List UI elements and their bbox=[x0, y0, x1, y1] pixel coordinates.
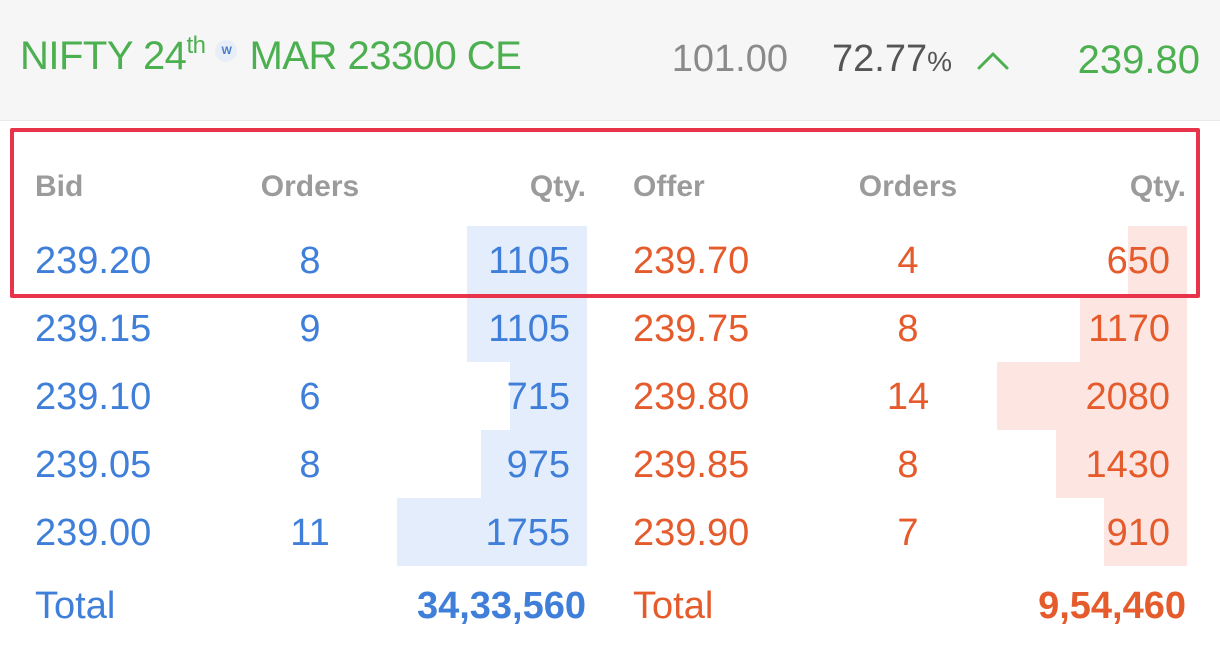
chevron-up-icon bbox=[977, 52, 1009, 70]
weekly-expiry-badge: W bbox=[215, 40, 238, 62]
offer-price[interactable]: 239.85 bbox=[633, 444, 749, 487]
offer-qty: 910 bbox=[1106, 512, 1170, 554]
bid-orders: 8 bbox=[299, 444, 321, 486]
bid-orders: 6 bbox=[299, 376, 321, 418]
highlight-box bbox=[10, 128, 1200, 298]
instrument-contract: MAR 23300 CE bbox=[249, 34, 522, 78]
bid-qty: 1755 bbox=[485, 512, 570, 554]
instrument-header[interactable]: NIFTY 24th W MAR 23300 CE 101.00 72.77% 23… bbox=[0, 0, 1220, 121]
bid-price[interactable]: 239.15 bbox=[35, 308, 151, 351]
bid-qty: 715 bbox=[506, 376, 570, 418]
change-percent: 72.77% bbox=[832, 38, 952, 81]
bid-orders: 11 bbox=[290, 512, 330, 554]
instrument-date-suffix: th bbox=[186, 32, 206, 59]
offer-qty: 1170 bbox=[1088, 308, 1170, 350]
instrument-name[interactable]: NIFTY 24th W MAR 23300 CE bbox=[20, 32, 522, 79]
bid-total-label: Total bbox=[35, 585, 116, 627]
offer-price[interactable]: 239.80 bbox=[633, 376, 749, 419]
bid-price[interactable]: 239.10 bbox=[35, 376, 151, 419]
offer-price[interactable]: 239.90 bbox=[633, 512, 749, 555]
bid-total-value: 34,33,560 bbox=[416, 585, 586, 627]
bid-price[interactable]: 239.05 bbox=[35, 444, 151, 487]
last-traded-price: 239.80 bbox=[1077, 38, 1200, 82]
previous-value: 101.00 bbox=[671, 38, 788, 80]
offer-qty: 1430 bbox=[1085, 444, 1170, 486]
change-unit: % bbox=[927, 46, 952, 77]
market-depth-widget: NIFTY 24th W MAR 23300 CE 101.00 72.77% 23… bbox=[0, 0, 1220, 660]
offer-price[interactable]: 239.75 bbox=[633, 308, 749, 351]
offer-orders: 8 bbox=[897, 308, 919, 350]
offer-orders: 8 bbox=[897, 444, 919, 486]
change-value: 72.77 bbox=[832, 38, 928, 80]
bid-qty: 1105 bbox=[488, 308, 570, 350]
offer-qty: 2080 bbox=[1085, 376, 1170, 418]
bid-price[interactable]: 239.00 bbox=[35, 512, 151, 555]
offer-orders: 14 bbox=[886, 376, 930, 418]
offer-total-label: Total bbox=[633, 585, 714, 627]
offer-orders: 7 bbox=[897, 512, 919, 554]
bid-qty: 975 bbox=[506, 444, 570, 486]
instrument-prefix: NIFTY 24 bbox=[20, 34, 187, 78]
bid-orders: 9 bbox=[299, 308, 321, 350]
offer-total-value: 9,54,460 bbox=[1038, 585, 1186, 627]
